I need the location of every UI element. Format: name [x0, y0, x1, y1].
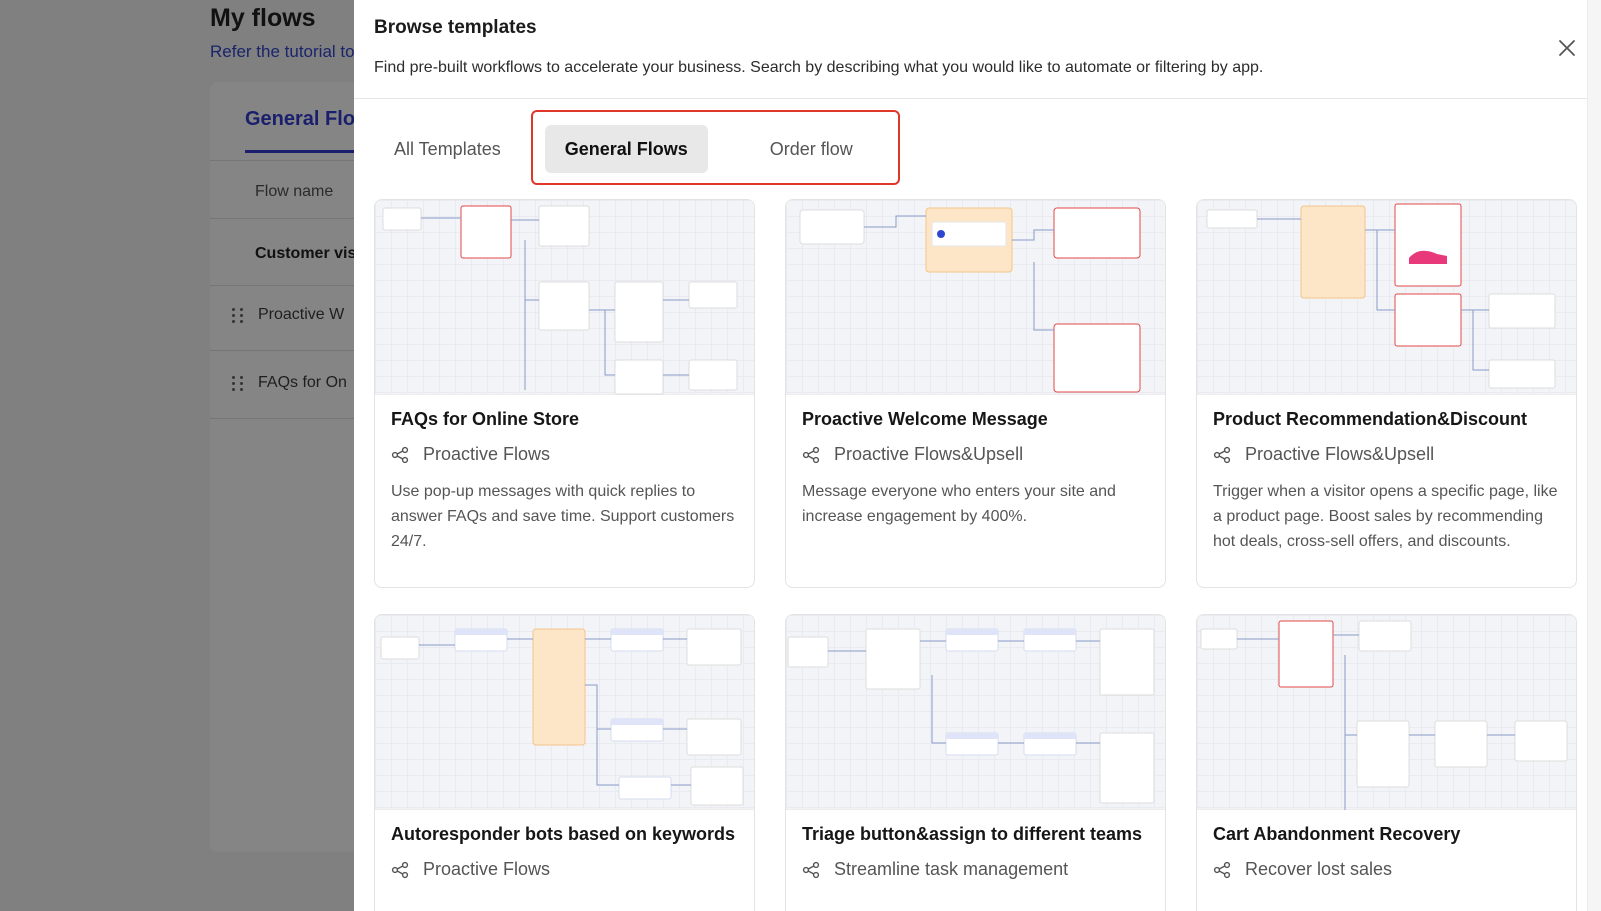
modal-description: Find pre-built workflows to accelerate y… — [374, 59, 1264, 76]
template-category: Streamline task management — [802, 859, 1149, 880]
drag-handle-icon[interactable] — [232, 307, 244, 323]
flow-share-icon — [802, 446, 820, 463]
flow-row-name: FAQs for On — [258, 374, 347, 391]
column-header-flow-name: Flow name — [255, 183, 334, 200]
flow-share-icon — [802, 861, 820, 878]
page-title: My flows — [210, 4, 316, 32]
flow-preview-image — [375, 200, 754, 395]
template-category-label: Recover lost sales — [1245, 859, 1393, 879]
tab-underline — [245, 150, 355, 153]
template-category-label: Proactive Flows&Upsell — [1245, 444, 1435, 464]
template-title: Triage button&assign to different teams — [802, 824, 1143, 844]
tutorial-link[interactable]: Refer the tutorial to — [210, 42, 355, 62]
flow-row-name: Proactive W — [258, 306, 345, 323]
divider — [210, 160, 360, 161]
flow-share-icon — [391, 446, 409, 463]
template-title: FAQs for Online Store — [391, 409, 580, 429]
template-card[interactable]: Autoresponder bots based on keywords Pro… — [374, 614, 755, 911]
template-card[interactable]: FAQs for Online Store Proactive Flows Us… — [374, 199, 755, 588]
flow-row[interactable]: Proactive W — [232, 306, 344, 324]
template-card[interactable]: Triage button&assign to different teams … — [785, 614, 1166, 911]
flow-share-icon — [1213, 446, 1231, 463]
template-title: Proactive Welcome Message — [802, 409, 1048, 429]
template-card[interactable]: Cart Abandonment Recovery Recover lost s… — [1196, 614, 1577, 911]
flow-share-icon — [1213, 861, 1231, 878]
flow-preview-image — [375, 615, 754, 810]
divider — [210, 418, 360, 419]
flow-preview-image — [786, 615, 1165, 810]
flow-share-icon — [391, 861, 409, 878]
divider — [210, 285, 360, 286]
close-button[interactable] — [1555, 36, 1579, 60]
template-tabs: All Templates General Flows Order flow — [374, 124, 873, 174]
template-description: Use pop-up messages with quick replies t… — [391, 483, 735, 550]
divider — [210, 350, 360, 351]
flow-preview-image — [786, 200, 1165, 395]
template-card[interactable]: Product Recommendation&Discount Proactiv… — [1196, 199, 1577, 588]
template-category: Proactive Flows — [391, 859, 738, 880]
flow-row[interactable]: FAQs for On — [232, 374, 347, 392]
template-category: Proactive Flows&Upsell — [1213, 444, 1560, 465]
tab-general-flows[interactable]: General Flows — [544, 125, 708, 173]
template-category-label: Proactive Flows — [423, 859, 551, 879]
template-description: Message everyone who enters your site an… — [802, 483, 1116, 525]
group-label: Customer vis — [255, 245, 357, 262]
browse-templates-modal: Browse templates Find pre-built workflow… — [354, 0, 1601, 911]
tab-order-flow[interactable]: Order flow — [750, 125, 873, 173]
template-title: Product Recommendation&Discount — [1213, 409, 1528, 429]
template-title: Autoresponder bots based on keywords — [391, 824, 736, 844]
flow-preview-image — [1197, 200, 1576, 395]
close-icon — [1559, 40, 1575, 56]
header-divider — [354, 98, 1601, 99]
tab-all-templates[interactable]: All Templates — [374, 125, 521, 173]
template-category-label: Proactive Flows&Upsell — [834, 444, 1024, 464]
modal-title: Browse templates — [374, 17, 537, 38]
template-description: Trigger when a visitor opens a specific … — [1213, 483, 1558, 550]
modal-scrollbar[interactable] — [1587, 0, 1601, 911]
template-category-label: Streamline task management — [834, 859, 1069, 879]
template-category: Proactive Flows — [391, 444, 738, 465]
template-category: Proactive Flows&Upsell — [802, 444, 1149, 465]
template-card[interactable]: Proactive Welcome Message Proactive Flow… — [785, 199, 1166, 588]
template-title: Cart Abandonment Recovery — [1213, 824, 1461, 844]
drag-handle-icon[interactable] — [232, 375, 244, 391]
template-category: Recover lost sales — [1213, 859, 1560, 880]
divider — [210, 218, 360, 219]
tab-general-flows[interactable]: General Flo — [245, 108, 355, 131]
template-category-label: Proactive Flows — [423, 444, 551, 464]
flow-preview-image — [1197, 615, 1576, 810]
